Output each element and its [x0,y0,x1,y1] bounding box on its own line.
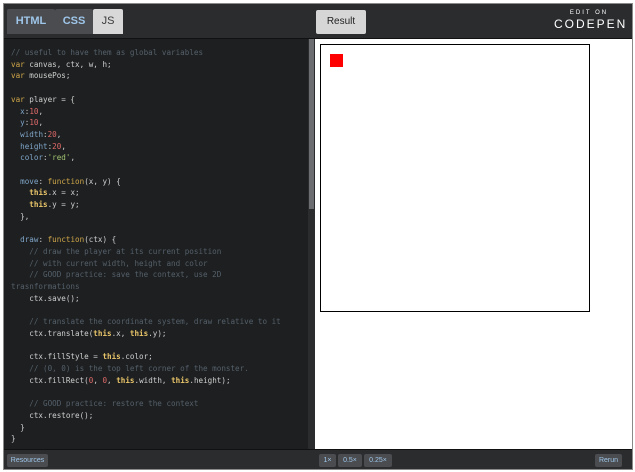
result-pane [315,39,632,449]
zoom-025x-button[interactable]: 0.25× [364,454,392,467]
code-line[interactable]: var canvas, ctx, w, h; [11,60,112,69]
zoom-05x-button[interactable]: 0.5× [338,454,362,467]
code-line[interactable]: // GOOD practice: save the context, use … [11,270,221,279]
code-line[interactable]: // (0, 0) is the top left corner of the … [11,364,248,373]
code-line[interactable]: width:20, [11,130,61,139]
code-line[interactable]: draw: function(ctx) { [11,235,116,244]
editor-scrollbar[interactable] [308,39,315,449]
player-square [330,54,343,67]
code-line[interactable]: ctx.fillStyle = this.color; [11,352,152,361]
code-line[interactable]: ctx.translate(this.x, this.y); [11,329,166,338]
code-line[interactable]: color:'red', [11,153,75,162]
code-line[interactable]: var mousePos; [11,71,70,80]
edit-on-label: EDIT ON [569,10,609,16]
codepen-embed: HTML CSS JS Result EDIT ON CODEPEN // us… [3,3,633,470]
code-line[interactable]: } [11,434,16,443]
tab-js[interactable]: JS [93,9,123,34]
code-line[interactable]: var player = { [11,95,75,104]
zoom-1x-button[interactable]: 1× [319,454,336,467]
scrollbar-thumb[interactable] [309,39,314,209]
code-line[interactable]: // with current width, height and color [11,259,207,268]
code-line[interactable]: // GOOD practice: restore the context [11,399,198,408]
code-line[interactable]: ctx.fillRect(0, 0, this.width, this.heig… [11,376,230,385]
code-line[interactable]: // translate the coordinate system, draw… [11,317,280,326]
code-line[interactable]: ctx.save(); [11,294,79,303]
code-line[interactable]: trasnformations [11,282,80,291]
top-bar: HTML CSS JS Result EDIT ON CODEPEN [4,4,632,39]
tab-html[interactable]: HTML [7,9,55,34]
code-line[interactable]: } [11,423,25,432]
code-line[interactable]: this.y = y; [11,200,79,209]
bottom-bar: Resources 1× 0.5× 0.25× Rerun [4,449,632,469]
code-line[interactable]: x:10, [11,107,43,116]
code-line[interactable]: height:20, [11,142,66,151]
tab-result[interactable]: Result [316,10,366,34]
codepen-wordmark: CODEPEN [554,17,628,31]
codepen-logo[interactable]: EDIT ON CODEPEN [554,9,628,31]
code-line[interactable]: move: function(x, y) { [11,177,121,186]
tab-css[interactable]: CSS [55,9,93,34]
rerun-button[interactable]: Rerun [595,454,622,467]
code-line[interactable]: ctx.restore(); [11,411,93,420]
code-line[interactable]: y:10, [11,118,43,127]
code-block[interactable]: // useful to have them as global variabl… [11,47,281,445]
result-canvas[interactable] [320,44,590,312]
js-editor[interactable]: // useful to have them as global variabl… [4,39,315,449]
code-line[interactable]: // draw the player at its current positi… [11,247,221,256]
code-line[interactable]: // useful to have them as global variabl… [11,48,203,57]
code-line[interactable]: }, [11,212,29,221]
code-line[interactable]: this.x = x; [11,188,79,197]
resources-button[interactable]: Resources [7,454,48,467]
